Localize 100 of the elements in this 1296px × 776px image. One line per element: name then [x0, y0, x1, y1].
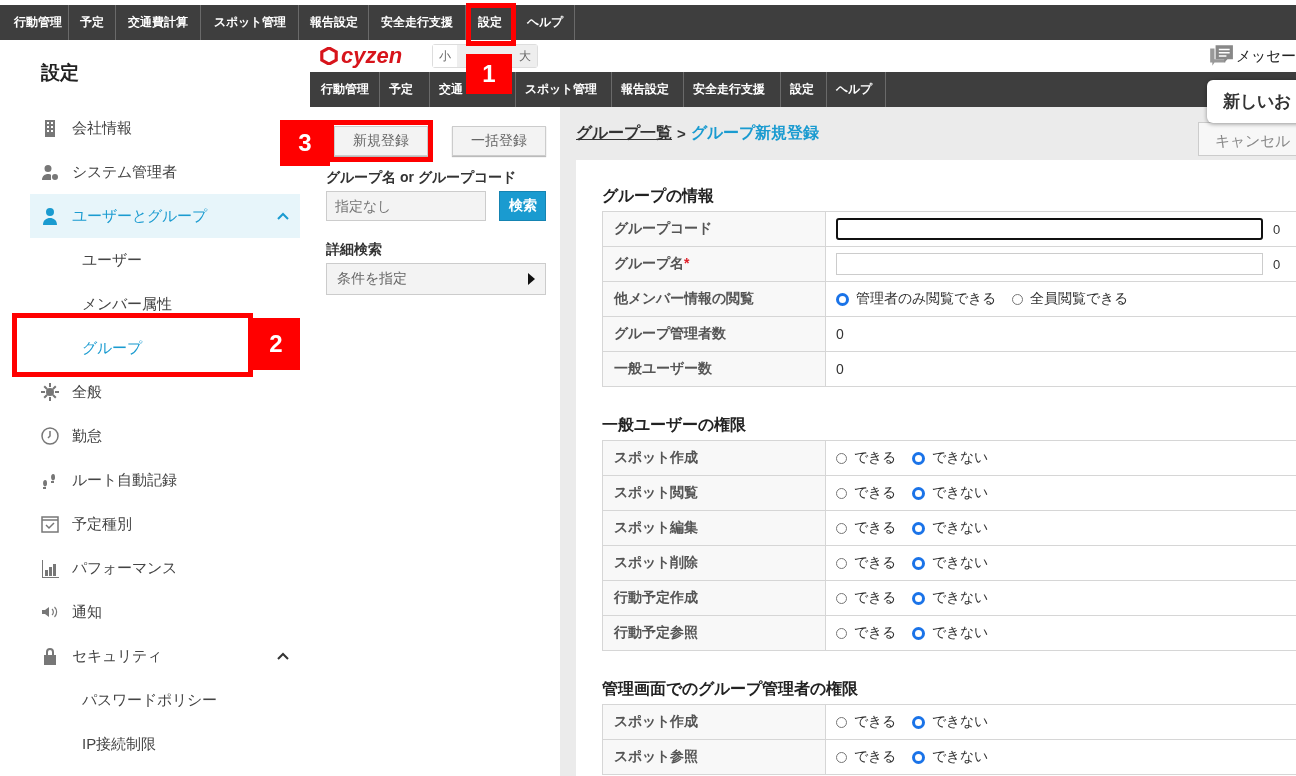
radio-button[interactable] [912, 556, 925, 570]
sidebar-item[interactable]: ルート自動記録 [30, 458, 183, 502]
logo-text: cyzen [341, 43, 403, 69]
radio-button[interactable] [836, 452, 847, 464]
sidebar-subitem[interactable]: ユーザー [82, 250, 142, 270]
sidebar-subitem[interactable]: パスワードポリシー [82, 690, 217, 710]
radio-label: できない [932, 748, 988, 766]
radio-label: できる [854, 713, 896, 731]
sidebar-item[interactable]: 全般 [30, 370, 108, 414]
radio-button[interactable] [912, 715, 925, 729]
sidebar-item[interactable]: 予定種別 [30, 502, 138, 546]
nav-tab[interactable]: スポット管理 [525, 81, 597, 98]
sidebar-subitem[interactable]: IP接続制限 [82, 734, 157, 754]
radio-label: できない [932, 449, 988, 467]
radio-button[interactable] [836, 292, 849, 306]
radio-label: できる [854, 449, 896, 467]
search-label: グループ名 or グループコード [326, 169, 517, 187]
radio-label: できない [932, 484, 988, 502]
section-title: 管理画面でのグループ管理者の権限 [602, 679, 859, 699]
radio-button[interactable] [912, 521, 925, 535]
field-label: スポット作成 [602, 440, 826, 476]
radio-label: できる [854, 554, 896, 572]
step-number: 1 [466, 54, 512, 94]
nav-tab[interactable]: 報告設定 [309, 14, 358, 31]
breadcrumb-link[interactable]: グループ一覧 [576, 123, 672, 144]
field-label: グループコード [602, 211, 826, 247]
radio-label: できない [932, 589, 988, 607]
font-size-button[interactable]: 小 [433, 45, 458, 67]
chevron-icon[interactable] [276, 651, 290, 661]
radio-button[interactable] [912, 486, 925, 500]
chat-icon[interactable] [1208, 44, 1234, 68]
breadcrumb-separator: > [677, 125, 686, 142]
advanced-search-label: 詳細検索 [326, 241, 383, 259]
radio-label: できない [932, 554, 988, 572]
radio-label: できる [854, 589, 896, 607]
nav-tab[interactable]: 予定 [80, 14, 104, 31]
radio-button[interactable] [836, 627, 847, 639]
field-label: スポット閲覧 [602, 475, 826, 511]
radio-button[interactable] [1012, 293, 1023, 305]
hexagon-icon [320, 47, 338, 65]
nav-tab[interactable]: 設定 [790, 81, 814, 98]
register-button[interactable]: 一括登録 [452, 126, 546, 156]
search-field[interactable]: 指定なし [326, 191, 486, 221]
notification-text: 新しいお [1223, 91, 1291, 113]
radio-button[interactable] [912, 451, 925, 465]
radio-button[interactable] [836, 487, 847, 499]
radio-label: できる [854, 748, 896, 766]
field-label: 行動予定作成 [602, 580, 826, 616]
field-label: スポット作成 [602, 704, 826, 740]
nav-tab[interactable]: ヘルプ [836, 81, 872, 98]
radio-button[interactable] [912, 626, 925, 640]
clock-icon [40, 426, 60, 446]
nav-tab[interactable]: 交通 [439, 81, 463, 98]
breadcrumb-current: グループ新規登録 [690, 123, 819, 143]
sidebar-item[interactable]: 会社情報 [30, 106, 138, 150]
radio-label: できる [854, 624, 896, 642]
field-label: 行動予定参照 [602, 615, 826, 651]
nav-tab[interactable]: 予定 [389, 81, 413, 98]
char-counter: 0 [1273, 221, 1281, 237]
condition-dropdown[interactable]: 条件を指定 [326, 263, 546, 295]
nav-tab[interactable]: 行動管理 [321, 81, 369, 98]
sidebar-item[interactable]: パフォーマンス [30, 546, 183, 590]
step-number: 2 [252, 318, 300, 370]
radio-button[interactable] [836, 751, 847, 763]
nav-tab[interactable]: スポット管理 [213, 14, 286, 31]
nav-tab[interactable]: 安全走行支援 [381, 14, 453, 31]
radio-button[interactable] [836, 592, 847, 604]
bar-chart-icon [40, 558, 60, 578]
section-title: グループの情報 [602, 186, 715, 206]
text-input[interactable] [836, 218, 1263, 240]
nav-tab[interactable]: 行動管理 [14, 14, 62, 31]
sidebar-item[interactable]: 通知 [30, 590, 108, 634]
section-title: 一般ユーザーの権限 [602, 415, 747, 435]
sidebar-item[interactable]: セキュリティ [30, 634, 300, 678]
radio-button[interactable] [912, 750, 925, 764]
field-label: グループ名* [602, 246, 826, 282]
nav-tab[interactable]: 設定 [478, 14, 502, 31]
field-label: スポット削除 [602, 545, 826, 581]
nav-tab[interactable]: 安全走行支援 [693, 81, 765, 98]
radio-label: できない [932, 713, 988, 731]
radio-button[interactable] [836, 557, 847, 569]
radio-button[interactable] [836, 522, 847, 534]
radio-label: 管理者のみ閲覧できる [856, 290, 996, 308]
nav-tab[interactable]: ヘルプ [526, 14, 563, 31]
field-label: スポット編集 [602, 510, 826, 546]
radio-button[interactable] [836, 716, 847, 728]
field-label: スポット参照 [602, 739, 826, 775]
nav-tab[interactable]: 交通費計算 [128, 14, 188, 31]
register-button[interactable]: 新規登録 [334, 126, 428, 156]
sidebar-item[interactable]: システム管理者 [30, 150, 183, 194]
nav-tab[interactable]: 報告設定 [621, 81, 669, 98]
sidebar-subitem[interactable]: メンバー属性 [82, 294, 172, 314]
messages-link[interactable]: メッセー [1236, 46, 1296, 66]
radio-label: 全員閲覧できる [1030, 290, 1128, 308]
page-title: 設定 [40, 61, 80, 85]
radio-button[interactable] [912, 591, 925, 605]
sidebar-item[interactable]: 勤怠 [30, 414, 108, 458]
radio-label: できる [854, 519, 896, 537]
radio-label: できない [932, 624, 988, 642]
step-number: 3 [280, 120, 330, 166]
